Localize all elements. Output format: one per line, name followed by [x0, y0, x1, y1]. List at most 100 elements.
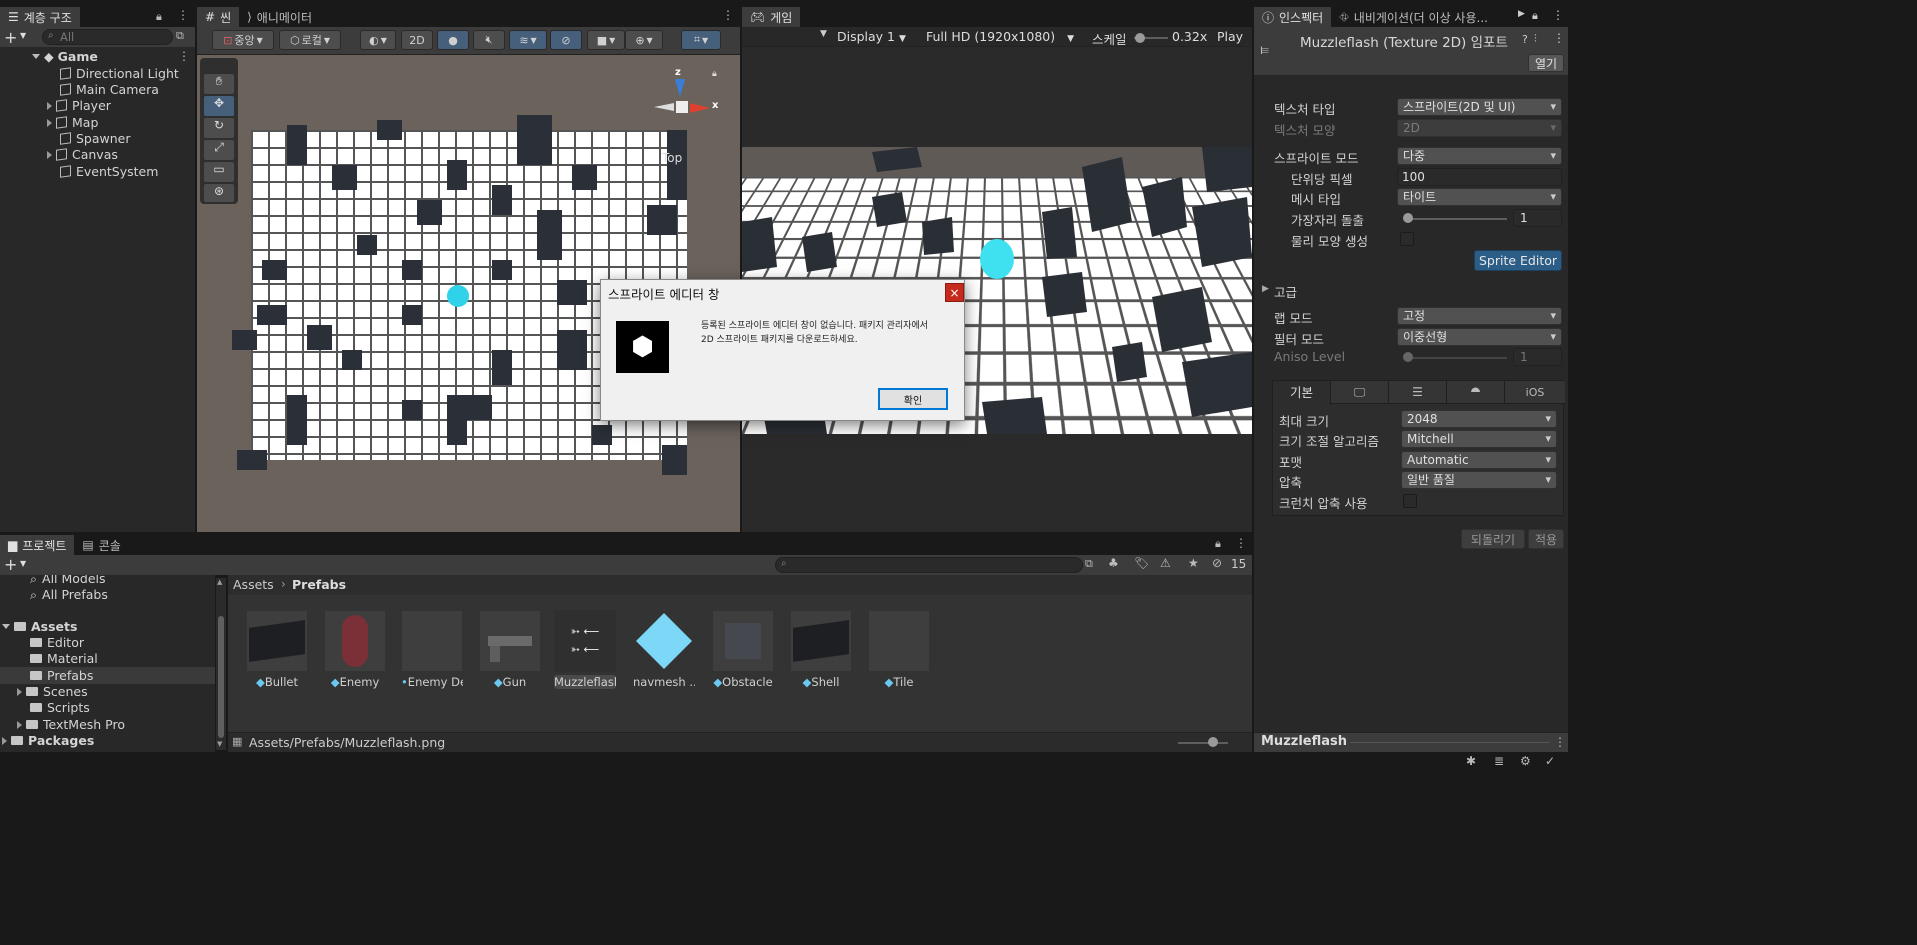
- folder-packages[interactable]: Packages: [2, 733, 94, 749]
- hierarchy-item-canvas[interactable]: Canvas: [47, 147, 118, 163]
- extrude-field[interactable]: 1: [1513, 209, 1562, 227]
- tab-overflow-icon[interactable]: ▶: [1518, 9, 1525, 19]
- folder-scripts[interactable]: Scripts: [30, 700, 90, 716]
- hidden-packages-icon[interactable]: ⊘: [1212, 556, 1222, 570]
- platform-tab-android[interactable]: ⯊: [1447, 381, 1505, 404]
- label-filter-icon[interactable]: 🏷︎: [1134, 556, 1149, 570]
- open-button[interactable]: 열기: [1528, 54, 1564, 72]
- expand-icon[interactable]: [17, 721, 22, 729]
- scene-more-icon[interactable]: ⋮: [178, 49, 190, 63]
- project-search-input[interactable]: ⌕: [775, 557, 1083, 573]
- scale-slider-knob[interactable]: [1135, 33, 1145, 43]
- asset-enemy[interactable]: ◆Enemy: [324, 610, 386, 689]
- add-icon[interactable]: +: [4, 28, 17, 47]
- warning-filter-icon[interactable]: ⚠︎: [1160, 556, 1171, 570]
- favorite-all-prefabs[interactable]: ⌕ All Prefabs: [30, 587, 108, 603]
- folder-assets[interactable]: Assets: [2, 619, 77, 635]
- orientation-gizmo[interactable]: z x Top: [652, 67, 727, 165]
- platform-tab-standalone[interactable]: 🖵︎: [1331, 381, 1389, 404]
- folder-material[interactable]: Material: [30, 651, 98, 667]
- tab-console[interactable]: ▤ 콘솔: [74, 535, 128, 555]
- texture-type-dropdown[interactable]: 스프라이트(2D 및 UI): [1397, 98, 1562, 116]
- preview-header[interactable]: Muzzleflash ⋮: [1254, 732, 1568, 752]
- revert-button[interactable]: 되돌리기: [1461, 529, 1525, 549]
- display-dropdown[interactable]: Display 1 ▼: [837, 29, 906, 44]
- dialog-close-button[interactable]: ×: [945, 283, 964, 302]
- asset-obstacle[interactable]: ◆Obstacle: [712, 610, 774, 689]
- hidden-objects-toggle[interactable]: ⊘: [550, 30, 582, 50]
- asset-navmesh[interactable]: navmesh ...: [633, 610, 695, 689]
- pivot-dropdown[interactable]: ⊡ 중앙 ▼: [212, 30, 274, 50]
- game-mode-dropdown[interactable]: ▼: [820, 29, 827, 39]
- expand-icon[interactable]: [2, 737, 7, 745]
- hierarchy-item-directional-light[interactable]: Directional Light: [60, 66, 179, 82]
- icon-size-slider-track[interactable]: [1178, 742, 1228, 744]
- gizmo-lock-icon[interactable]: 🔒︎: [712, 69, 717, 79]
- expand-icon[interactable]: [2, 624, 10, 629]
- component-more-icon[interactable]: ⋮: [1553, 31, 1565, 45]
- tab-game[interactable]: 🎮︎ 게임: [742, 7, 801, 27]
- folder-editor[interactable]: Editor: [30, 635, 84, 651]
- format-dropdown[interactable]: Automatic: [1401, 451, 1557, 469]
- transform-tool-icon[interactable]: ⊛: [204, 184, 234, 202]
- chevron-down-icon[interactable]: ▼: [20, 559, 26, 568]
- check-status-icon[interactable]: ✓: [1545, 754, 1555, 768]
- camera-dropdown[interactable]: ■ ▼: [587, 30, 625, 50]
- preset-icon[interactable]: ⫶: [1534, 32, 1537, 46]
- expand-icon[interactable]: [47, 151, 52, 159]
- expand-icon[interactable]: [32, 54, 40, 59]
- asset-shell[interactable]: ◆Shell: [790, 610, 852, 689]
- debug-icon[interactable]: ✱: [1466, 754, 1476, 768]
- preview-more-icon[interactable]: ⋮: [1554, 735, 1566, 749]
- sprite-mode-dropdown[interactable]: 다중: [1397, 147, 1562, 165]
- lock-icon[interactable]: 🔒︎: [1215, 537, 1221, 551]
- compression-dropdown[interactable]: 일반 품질: [1401, 471, 1557, 489]
- tab-project[interactable]: ▆ 프로젝트: [0, 535, 75, 555]
- hierarchy-item-spawner[interactable]: Spawner: [60, 131, 131, 147]
- tab-navigation[interactable]: ⛗ 내비게이션(더 이상 사용...: [1331, 7, 1496, 27]
- scale-tool-icon[interactable]: ⤢: [204, 140, 234, 160]
- hierarchy-item-player[interactable]: Player: [47, 98, 111, 114]
- tab-inspector[interactable]: ⓘ 인스펙터: [1254, 7, 1332, 27]
- expand-icon[interactable]: [47, 119, 52, 127]
- expand-icon[interactable]: [17, 688, 22, 696]
- expand-icon[interactable]: ▶: [1262, 284, 1269, 294]
- tab-scene[interactable]: # 씬: [197, 7, 240, 27]
- folder-scenes[interactable]: Scenes: [17, 684, 88, 700]
- platform-tab-ios[interactable]: iOS: [1505, 381, 1565, 404]
- platform-tab-server[interactable]: ☰: [1389, 381, 1447, 404]
- favorite-star-icon[interactable]: ★: [1188, 556, 1199, 570]
- icon-size-slider-knob[interactable]: [1208, 737, 1218, 747]
- lock-icon[interactable]: 🔒︎: [1532, 9, 1538, 23]
- max-size-dropdown[interactable]: 2048: [1401, 410, 1557, 428]
- scroll-up-icon[interactable]: ▲: [217, 578, 222, 586]
- scene-more-icon[interactable]: ⋮: [722, 8, 734, 22]
- search-by-type-icon[interactable]: ⧉: [1085, 557, 1093, 571]
- more-menu-icon[interactable]: ⋮: [177, 8, 189, 22]
- effects-dropdown[interactable]: ≋ ▼: [509, 30, 547, 50]
- platform-tab-default[interactable]: 기본: [1273, 381, 1331, 405]
- sprite-editor-button[interactable]: Sprite Editor: [1474, 250, 1562, 271]
- hierarchy-item-main-camera[interactable]: Main Camera: [60, 82, 159, 98]
- lock-icon[interactable]: 🔒︎: [156, 10, 162, 24]
- folder-prefabs[interactable]: Prefabs: [30, 668, 93, 684]
- filter-type-icon[interactable]: ♣: [1108, 556, 1119, 570]
- folder-textmesh-pro[interactable]: TextMesh Pro: [17, 717, 125, 733]
- tab-hierarchy[interactable]: ☰ 계층 구조: [0, 7, 80, 27]
- wrap-mode-dropdown[interactable]: 고정: [1397, 307, 1562, 325]
- rotate-tool-icon[interactable]: ↻: [204, 118, 234, 138]
- expand-icon[interactable]: [47, 102, 52, 110]
- resize-algorithm-dropdown[interactable]: Mitchell: [1401, 430, 1557, 448]
- hierarchy-scene-game[interactable]: ◆ Game: [32, 49, 98, 65]
- extrude-slider-knob[interactable]: [1403, 213, 1413, 223]
- space-dropdown[interactable]: ⬡ 로컬 ▼: [279, 30, 341, 50]
- tree-scrollbar-thumb[interactable]: [218, 616, 224, 738]
- move-tool-icon[interactable]: ✥: [204, 96, 234, 116]
- extrude-slider-track[interactable]: [1404, 218, 1507, 220]
- gizmos-dropdown[interactable]: ⊕ ▼: [625, 30, 663, 50]
- scroll-down-icon[interactable]: ▼: [217, 740, 222, 748]
- help-icon[interactable]: ?: [1522, 33, 1528, 46]
- favorite-all-models[interactable]: ⌕ All Models: [30, 575, 106, 587]
- hierarchy-search-input[interactable]: ⌕ All: [42, 29, 173, 45]
- tab-animator[interactable]: ⟩ 애니메이터: [239, 7, 320, 27]
